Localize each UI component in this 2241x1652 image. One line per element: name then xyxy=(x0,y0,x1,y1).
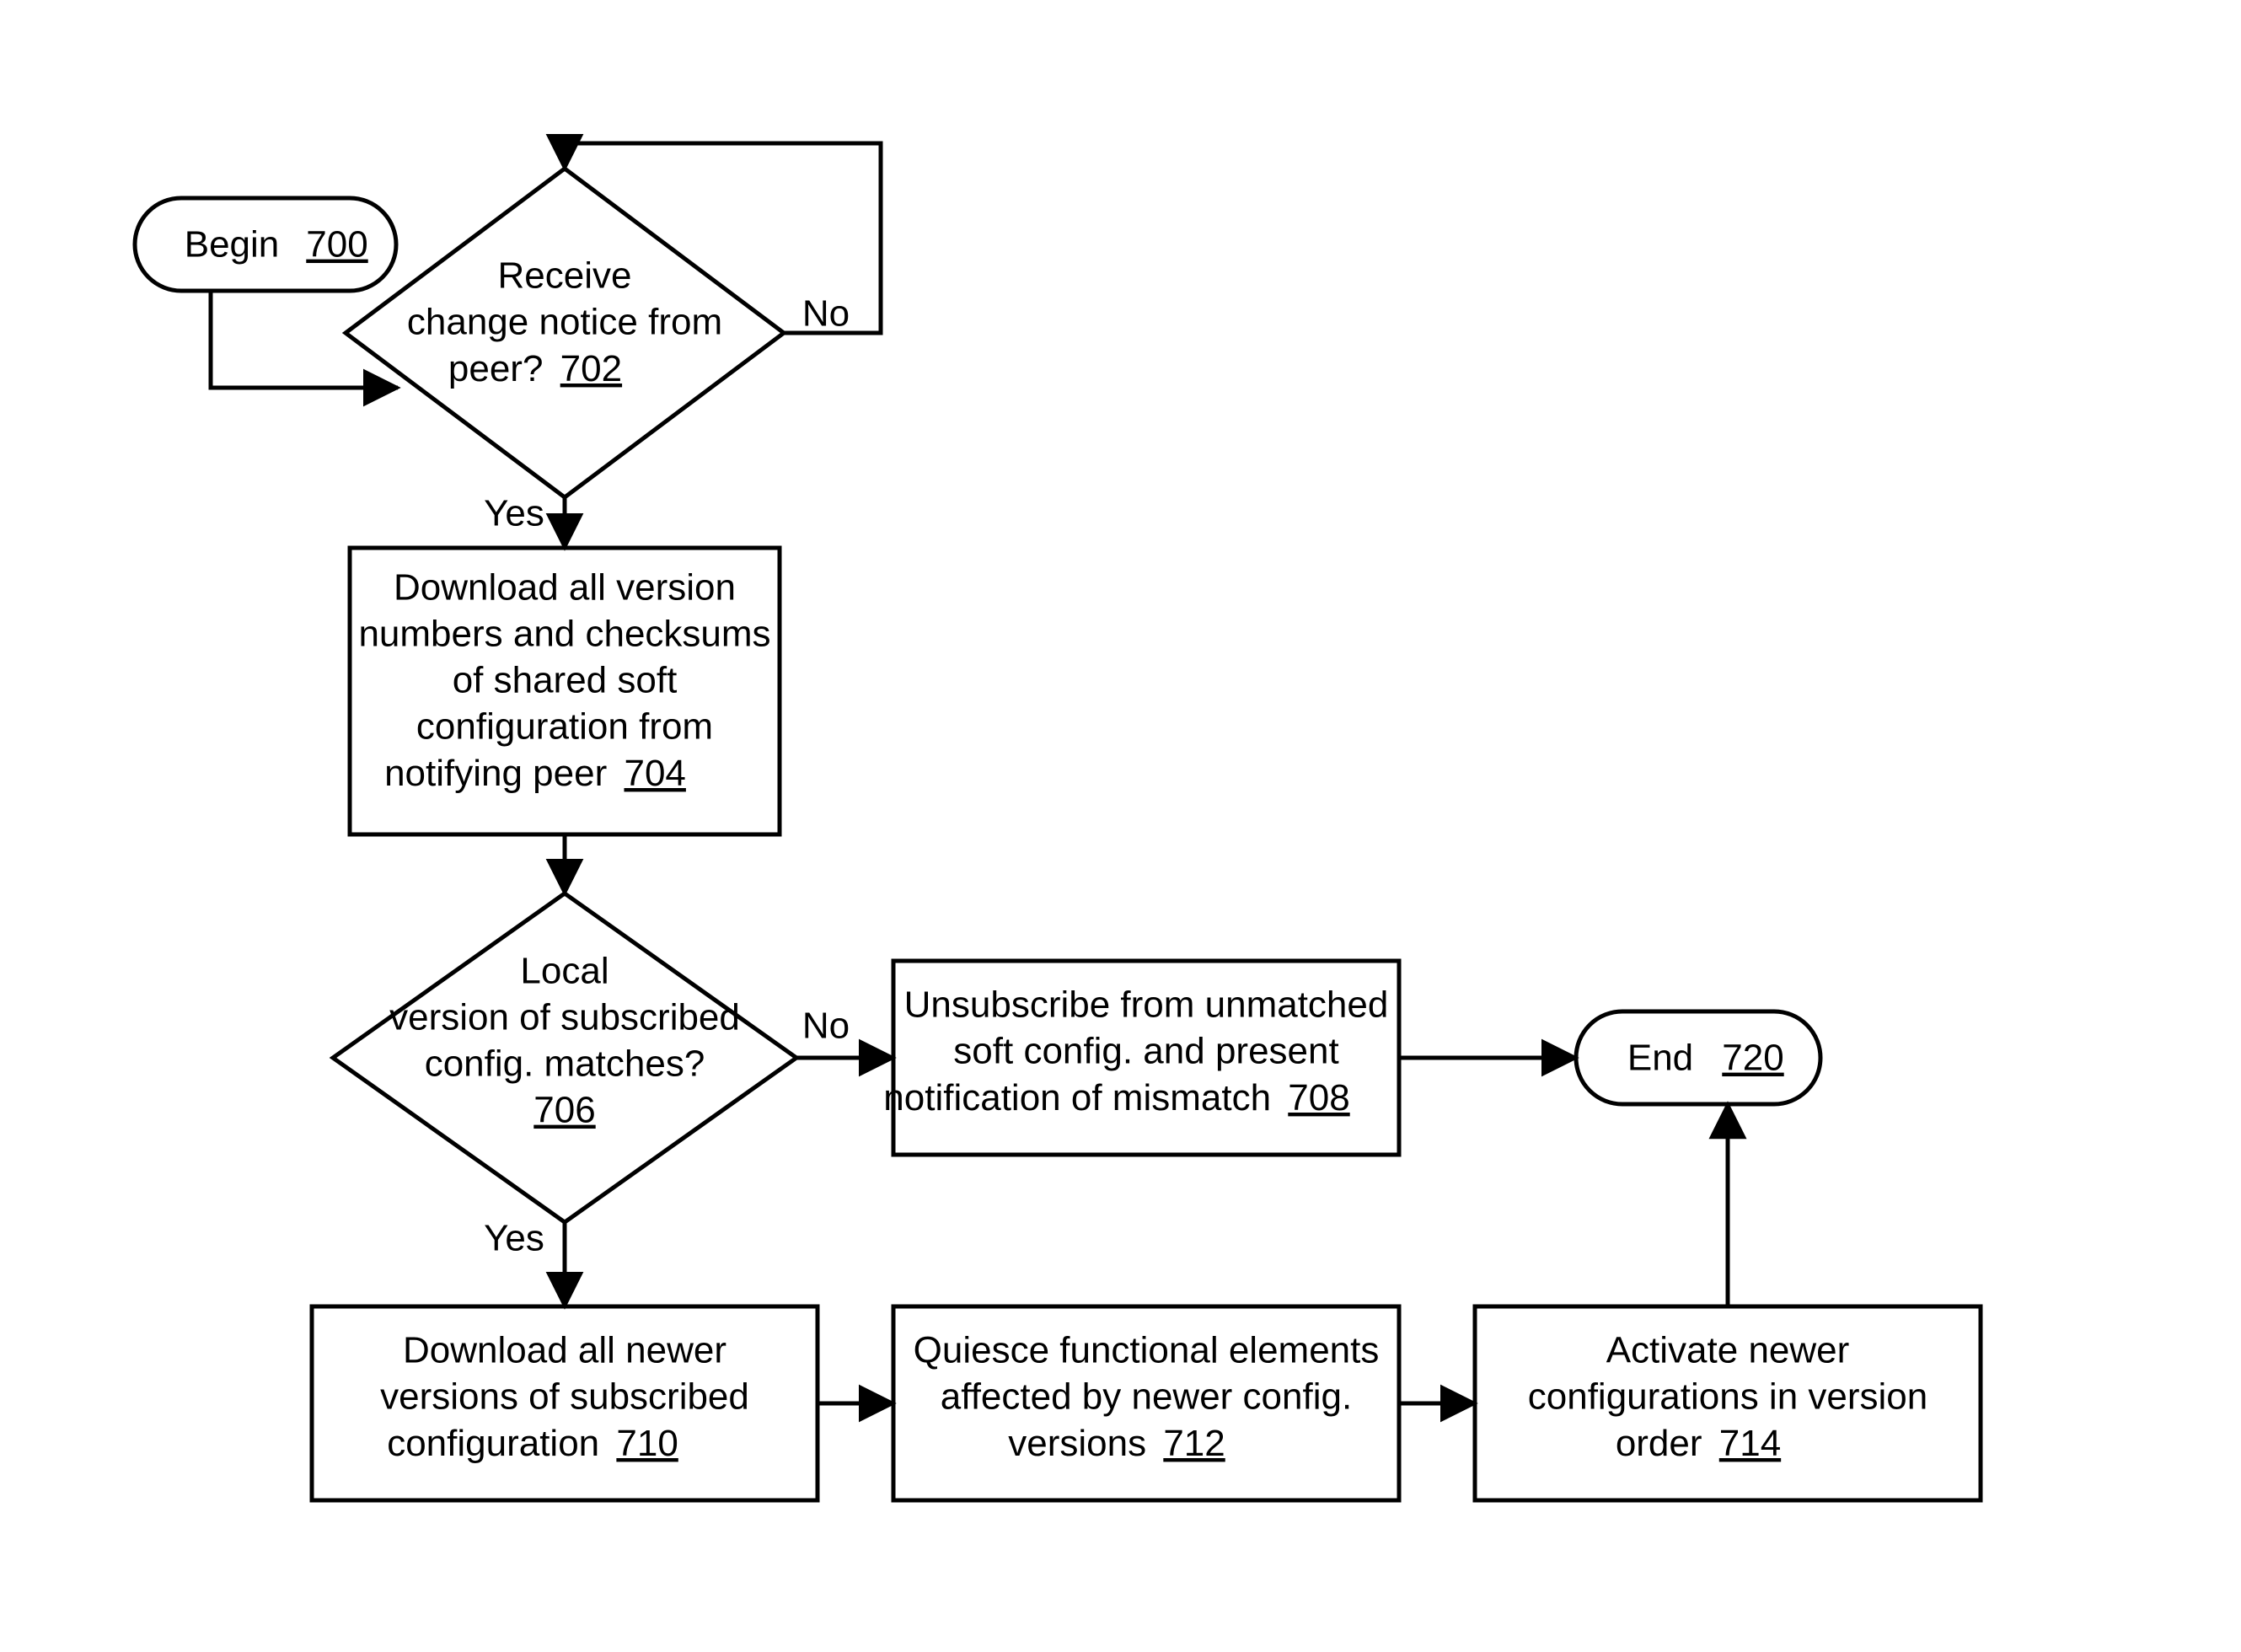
dec706-ref: 706 xyxy=(533,1090,595,1131)
proc708-ref: 708 xyxy=(1288,1077,1349,1118)
proc704-line1: Download all version xyxy=(394,567,736,609)
process-708: Unsubscribe from unmatched soft config. … xyxy=(883,961,1399,1155)
proc710-line1: Download all newer xyxy=(403,1330,726,1371)
process-714: Activate newer configurations in version… xyxy=(1475,1306,1981,1500)
edge-706-yes-label: Yes xyxy=(484,1218,544,1259)
end-label: End xyxy=(1627,1038,1693,1079)
proc712-ref: 712 xyxy=(1163,1423,1225,1464)
proc710-ref: 710 xyxy=(616,1423,678,1464)
proc708-line1: Unsubscribe from unmatched xyxy=(904,984,1389,1026)
end-ref: 720 xyxy=(1722,1038,1783,1079)
dec702-line3-container: peer? 702 xyxy=(448,348,622,389)
proc710-line3-container: configuration 710 xyxy=(387,1423,678,1464)
proc704-line2: numbers and checksums xyxy=(358,614,770,655)
dec706-line1: Local xyxy=(520,951,609,992)
proc714-line2: configurations in version xyxy=(1528,1376,1927,1418)
proc712-line3: versions xyxy=(1008,1423,1146,1464)
proc704-line3: of shared soft xyxy=(453,660,678,701)
dec706-line3: config. matches? xyxy=(425,1043,705,1085)
dec706-line2: version of subscribed xyxy=(389,997,740,1038)
edge-702-yes-label: Yes xyxy=(484,493,544,534)
proc712-line2: affected by newer config. xyxy=(941,1376,1352,1418)
proc704-line4: configuration from xyxy=(416,706,713,748)
proc712-line1: Quiesce functional elements xyxy=(914,1330,1380,1371)
dec702-ref: 702 xyxy=(560,348,622,389)
proc714-line1: Activate newer xyxy=(1606,1330,1850,1371)
dec702-line2: change notice from xyxy=(407,302,722,343)
begin-node: Begin 700 xyxy=(135,198,396,291)
proc708-line2: soft config. and present xyxy=(953,1031,1338,1072)
process-710: Download all newer versions of subscribe… xyxy=(312,1306,818,1500)
begin-label: Begin xyxy=(185,224,280,266)
dec702-line1: Receive xyxy=(498,255,632,297)
proc710-line2: versions of subscribed xyxy=(380,1376,749,1418)
proc712-line3-container: versions 712 xyxy=(1008,1423,1225,1464)
proc704-line5: notifying peer xyxy=(384,753,607,794)
dec702-line3: peer? xyxy=(448,348,544,389)
proc708-line3-container: notification of mismatch 708 xyxy=(883,1077,1349,1118)
begin-ref: 700 xyxy=(306,224,367,266)
edge-702-no-label: No xyxy=(802,293,850,335)
decision-706: Local version of subscribed config. matc… xyxy=(333,893,796,1222)
proc714-ref: 714 xyxy=(1719,1423,1781,1464)
proc704-line5-container: notifying peer 704 xyxy=(384,753,686,794)
decision-702: Receive change notice from peer? 702 xyxy=(346,169,784,497)
proc714-line3-container: order 714 xyxy=(1616,1423,1781,1464)
end-node: End 720 xyxy=(1576,1011,1820,1104)
proc708-line3: notification of mismatch xyxy=(883,1077,1271,1118)
process-704: Download all version numbers and checksu… xyxy=(350,548,780,834)
proc710-line3: configuration xyxy=(387,1423,599,1464)
process-712: Quiesce functional elements affected by … xyxy=(893,1306,1399,1500)
proc704-ref: 704 xyxy=(624,753,685,794)
proc714-line3: order xyxy=(1616,1423,1702,1464)
edge-706-no-label: No xyxy=(802,1006,850,1047)
